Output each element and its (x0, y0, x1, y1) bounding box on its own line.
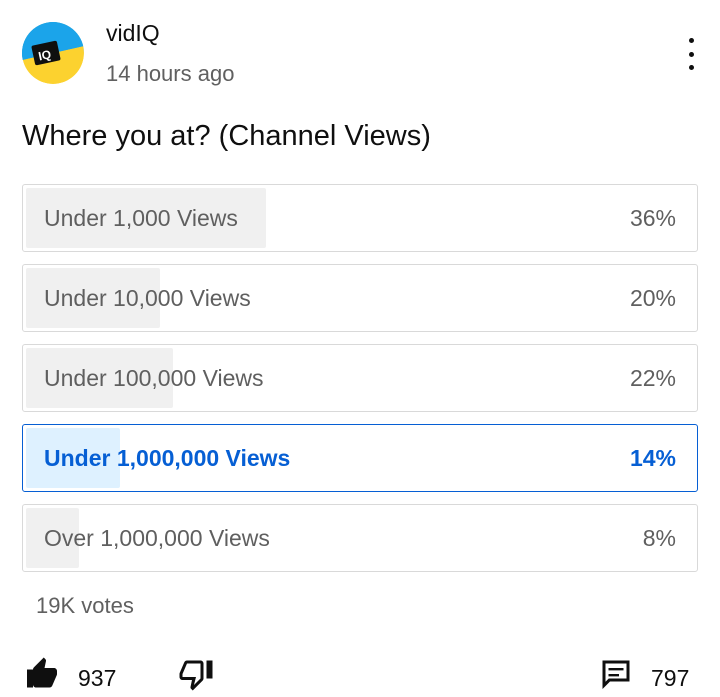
vote-count: 19K votes (36, 593, 134, 618)
channel-name[interactable]: vidIQ (106, 20, 160, 47)
poll-option[interactable]: Under 1,000 Views 36% (22, 184, 698, 252)
poll-option-percent: 20% (629, 284, 676, 311)
more-vertical-icon (688, 38, 694, 43)
poll-option-label: Under 10,000 Views (44, 284, 251, 311)
poll-option-percent: 8% (642, 524, 676, 551)
poll-option-percent: 22% (629, 364, 676, 391)
vidiq-logo-icon: IQ (22, 22, 84, 84)
poll-option-label: Under 1,000 Views (44, 204, 238, 231)
poll-question: Where you at? (Channel Views) (22, 120, 431, 152)
more-options-button[interactable] (676, 36, 706, 72)
poll-option-percent: 14% (629, 444, 676, 471)
comment-count: 797 (651, 665, 690, 691)
dislike-button[interactable] (178, 656, 214, 697)
comment-icon (602, 660, 630, 689)
like-count: 937 (78, 665, 117, 691)
poll-option-label: Under 100,000 Views (44, 364, 264, 391)
poll-option[interactable]: Under 100,000 Views 22% (22, 344, 698, 412)
poll-option[interactable]: Under 10,000 Views 20% (22, 264, 698, 332)
comment-button[interactable] (598, 656, 634, 697)
channel-avatar[interactable]: IQ (22, 22, 84, 84)
thumbs-up-icon (27, 657, 57, 688)
poll-options: Under 1,000 Views 36% Under 10,000 Views… (22, 184, 698, 584)
poll-option[interactable]: Over 1,000,000 Views 8% (22, 504, 698, 572)
thumbs-down-icon (179, 660, 213, 691)
like-button[interactable] (24, 656, 60, 697)
post-timestamp: 14 hours ago (106, 61, 235, 86)
poll-option-label: Under 1,000,000 Views (44, 444, 291, 471)
poll-option-label: Over 1,000,000 Views (44, 524, 270, 551)
action-bar: 937 797 (0, 652, 720, 697)
poll-option-selected[interactable]: Under 1,000,000 Views 14% (22, 424, 698, 492)
poll-option-percent: 36% (629, 204, 676, 231)
community-post: IQ vidIQ 14 hours ago Where you at? (Cha… (0, 0, 720, 697)
